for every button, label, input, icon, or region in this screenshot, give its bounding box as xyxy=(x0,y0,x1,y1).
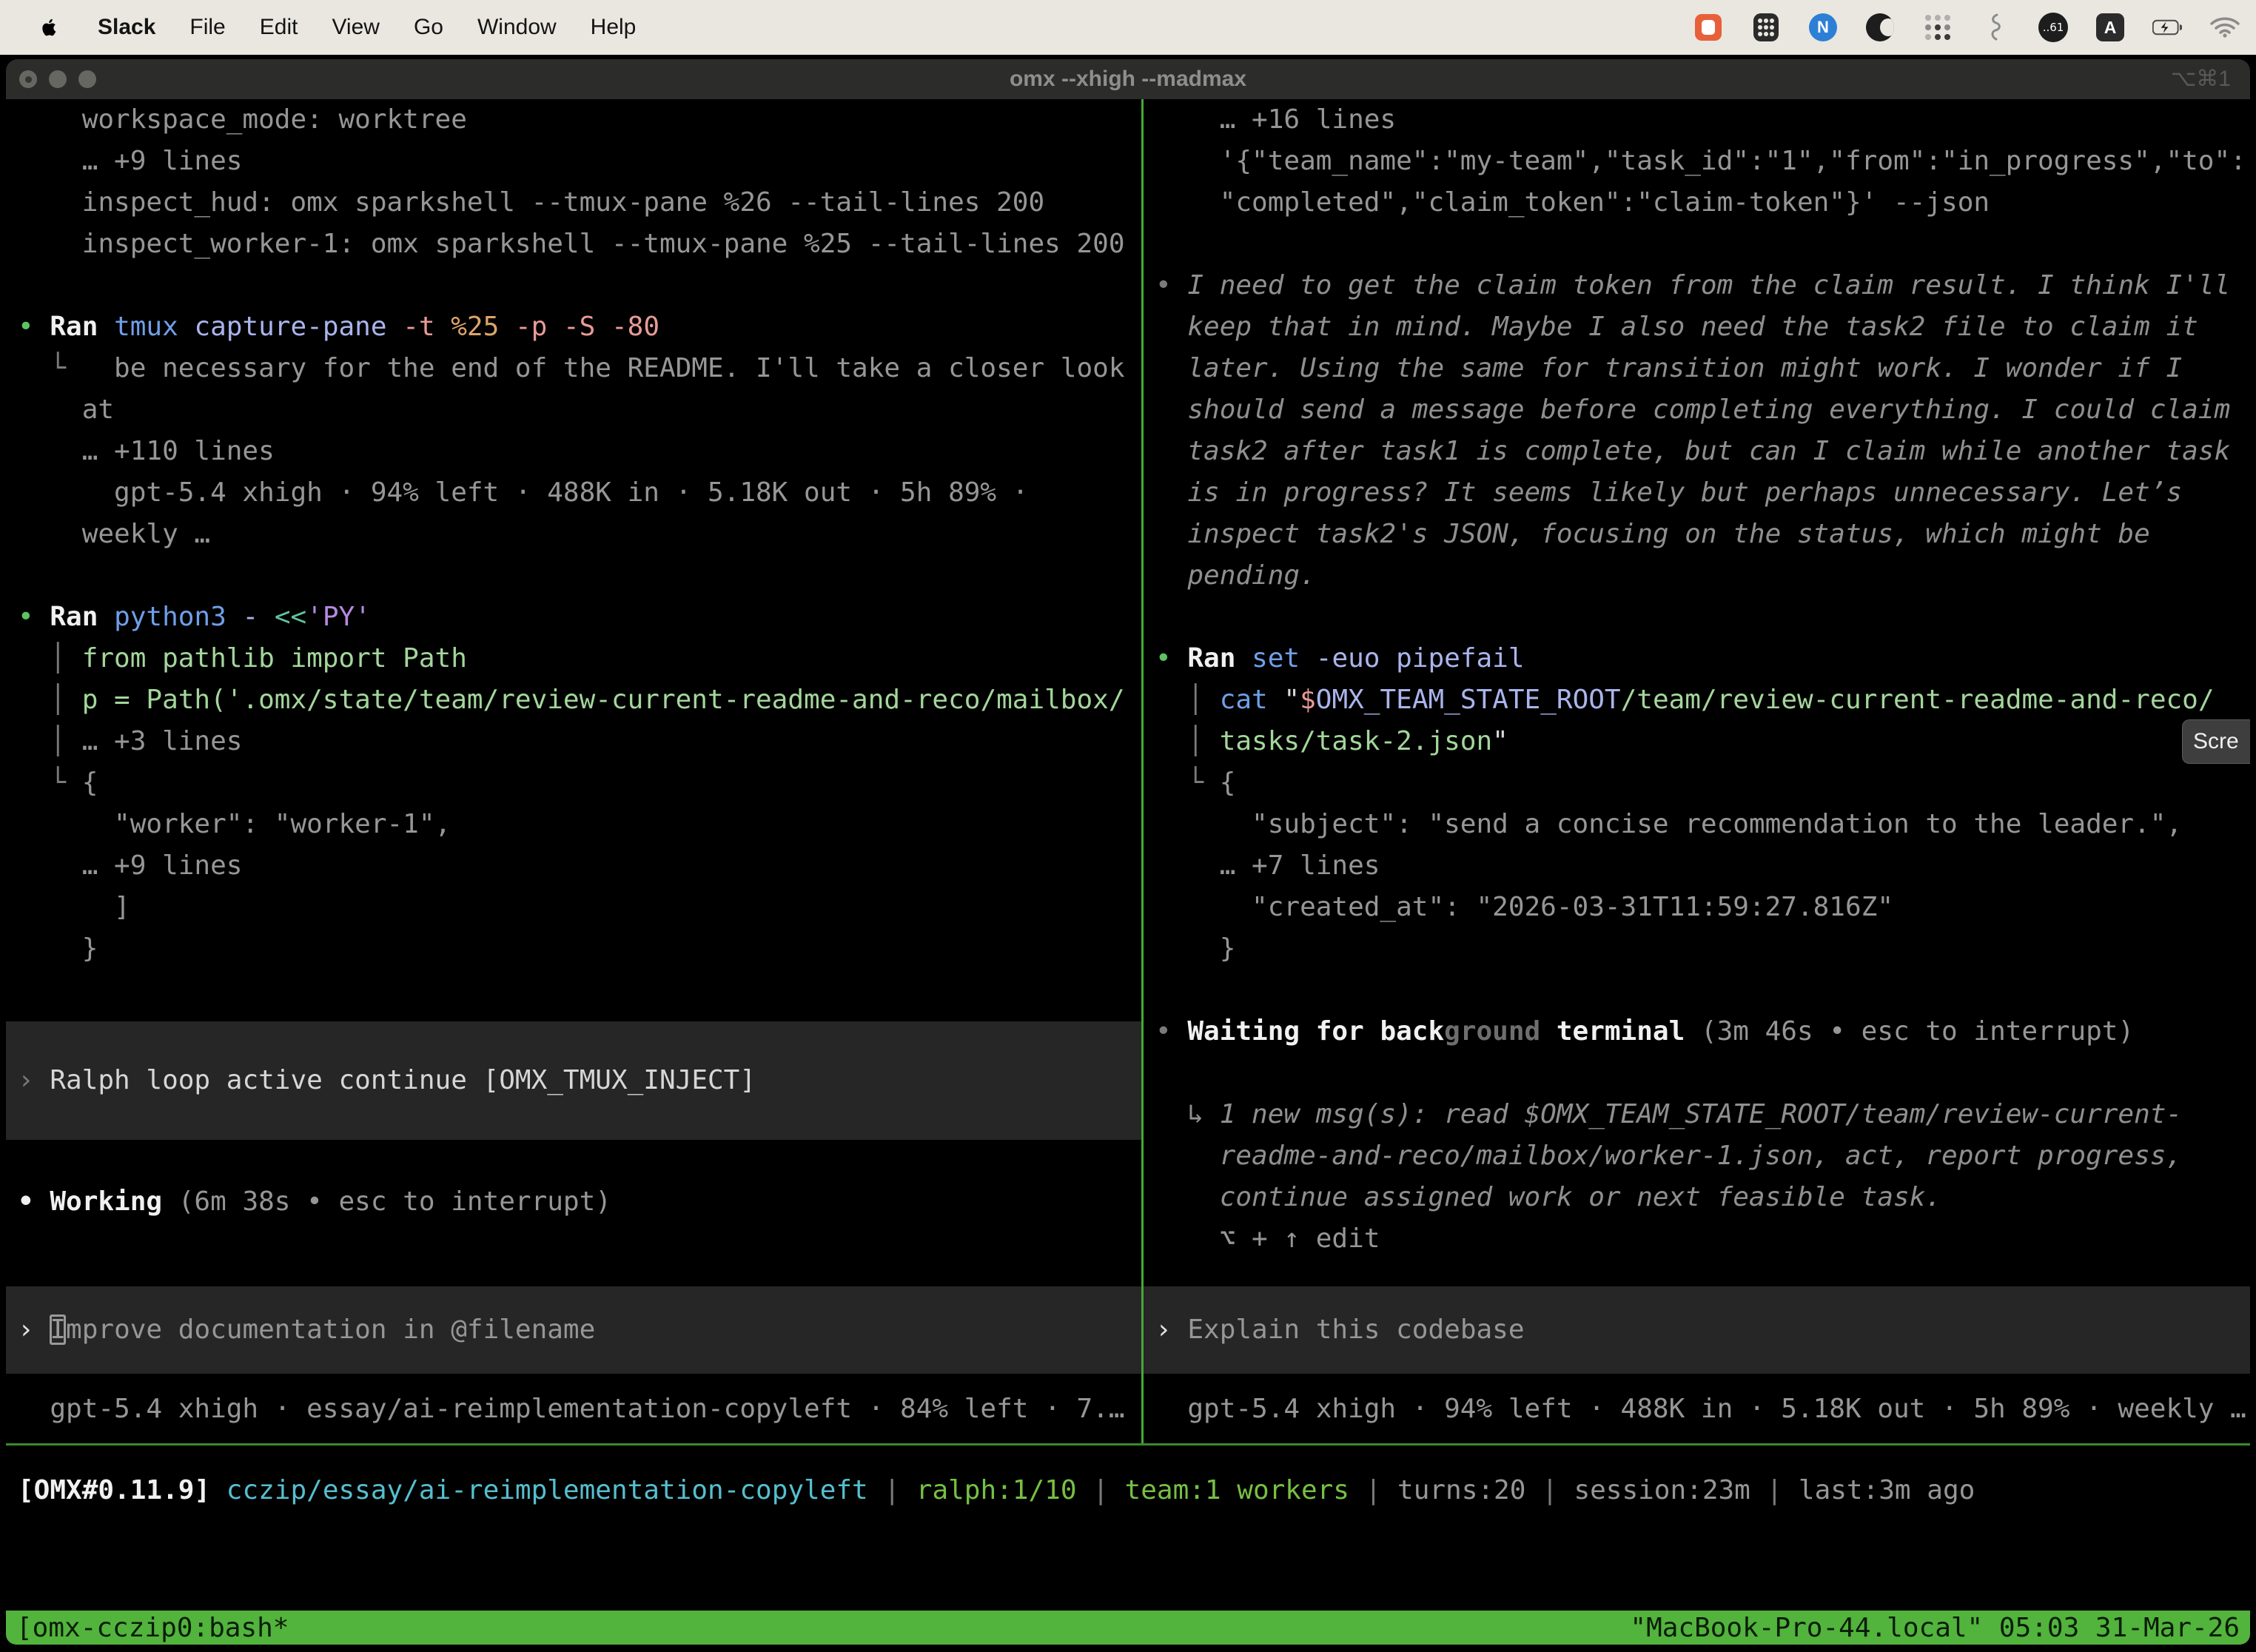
window-shortcut-badge: ⌥⌘1 xyxy=(2171,59,2231,99)
terminal-line: │ from pathlib import Path xyxy=(6,638,1141,679)
terminal-line: "created_at": "2026-03-31T11:59:27.816Z" xyxy=(1144,887,2250,928)
dots-grid-icon[interactable] xyxy=(1923,13,1953,42)
terminal-line: … +7 lines xyxy=(1144,845,2250,887)
thinking-text: pending. xyxy=(1144,555,2250,597)
thinking-text: later. Using the same for transition mig… xyxy=(1144,348,2250,389)
thinking-text: keep that in mind. Maybe I also need the… xyxy=(1144,306,2250,348)
terminal-line: … +9 lines xyxy=(6,845,1141,887)
terminal-line: │ … +3 lines xyxy=(6,721,1141,762)
hud-pane[interactable]: workspace_mode: worktree … +9 lines insp… xyxy=(6,99,1141,1443)
terminal-line: gpt-5.4 xhigh · 94% left · 488K in · 5.1… xyxy=(6,472,1141,514)
prompt-input[interactable]: › Explain this codebase xyxy=(1144,1286,2250,1374)
model-status-line: gpt-5.4 xhigh · essay/ai-reimplementatio… xyxy=(6,1389,1141,1430)
blue-app-icon[interactable]: N xyxy=(1809,13,1837,41)
tmux-host-clock: "MacBook-Pro-44.local" 05:03 31-Mar-26 xyxy=(1630,1613,2240,1643)
terminal-line: └ be necessary for the end of the README… xyxy=(6,348,1141,389)
menu-item-file[interactable]: File xyxy=(189,15,225,40)
menu-item-help[interactable]: Help xyxy=(591,15,637,40)
command-line: • Ran set -euo pipefail xyxy=(1144,638,2250,679)
menu-item-window[interactable]: Window xyxy=(477,15,557,40)
working-status-line: • Working (6m 38s • esc to interrupt) xyxy=(6,1181,1141,1223)
terminal-line: ] xyxy=(6,887,1141,928)
mailbox-message: ↳ 1 new msg(s): read $OMX_TEAM_STATE_ROO… xyxy=(1144,1094,2250,1135)
terminal-line: } xyxy=(6,928,1141,970)
mailbox-message: continue assigned work or next feasible … xyxy=(1144,1177,2250,1218)
terminal-window: omx --xhigh --madmax ⌥⌘1 workspace_mode:… xyxy=(6,59,2250,1652)
command-line: • Ran python3 - <<'PY' xyxy=(6,597,1141,638)
thinking-text: • I need to get the claim token from the… xyxy=(1144,265,2250,306)
command-line: • Ran tmux capture-pane -t %25 -p -S -80 xyxy=(6,306,1141,348)
blank-line xyxy=(6,265,1141,306)
tmux-session-name: [omx-cczip0:bash* xyxy=(16,1613,289,1643)
blank-line xyxy=(1144,597,2250,638)
screen-tooltip: Scre xyxy=(2182,719,2250,764)
blank-line xyxy=(1144,970,2250,1011)
terminal-line: └ { xyxy=(6,762,1141,804)
thinking-text: task2 after task1 is complete, but can I… xyxy=(1144,431,2250,472)
app-menus: Slack File Edit View Go Window Help xyxy=(98,15,636,40)
menu-item-go[interactable]: Go xyxy=(414,15,443,40)
thinking-text: inspect task2's JSON, focusing on the st… xyxy=(1144,514,2250,555)
pane-bottom-border xyxy=(6,1443,2250,1446)
terminal-content: workspace_mode: worktree … +9 lines insp… xyxy=(6,99,2250,1652)
terminal-line: "completed","claim_token":"claim-token"}… xyxy=(1144,182,2250,224)
blank-line xyxy=(6,555,1141,597)
terminal-line: "subject": "send a concise recommendatio… xyxy=(1144,804,2250,845)
menu-item-view[interactable]: View xyxy=(332,15,379,40)
loop-status-band: › Ralph loop active continue [OMX_TMUX_I… xyxy=(6,1021,1141,1140)
battery-icon[interactable] xyxy=(2152,13,2182,42)
menu-bar: Slack File Edit View Go Window Help N ..61 A xyxy=(0,0,2256,55)
terminal-line: at xyxy=(6,389,1141,431)
worker-pane[interactable]: … +16 lines '{"team_name":"my-team","tas… xyxy=(1144,99,2250,1443)
terminal-line: │ tasks/task-2.json" xyxy=(1144,721,2250,762)
edit-hint: ⌥ + ↑ edit xyxy=(1144,1218,2250,1260)
terminal-line: "worker": "worker-1", xyxy=(6,804,1141,845)
terminal-line: inspect_hud: omx sparkshell --tmux-pane … xyxy=(6,182,1141,224)
terminal-line: └ { xyxy=(1144,762,2250,804)
screen-record-icon[interactable] xyxy=(1693,13,1723,42)
thinking-text: is in progress? It seems likely but perh… xyxy=(1144,472,2250,514)
waiting-status-line: • Waiting for background terminal (3m 46… xyxy=(1144,1011,2250,1052)
terminal-line: } xyxy=(1144,928,2250,970)
terminal-line: │ cat "$OMX_TEAM_STATE_ROOT/team/review-… xyxy=(1144,679,2250,721)
terminal-line: … +16 lines xyxy=(1144,99,2250,141)
blank-line xyxy=(6,1140,1141,1181)
terminal-line: workspace_mode: worktree xyxy=(6,99,1141,141)
blank-line xyxy=(1144,224,2250,265)
window-title-bar[interactable]: omx --xhigh --madmax ⌥⌘1 xyxy=(6,59,2250,100)
omx-session-status-line: [OMX#0.11.9] cczip/essay/ai-reimplementa… xyxy=(18,1470,1975,1511)
keyboard-layout-icon[interactable]: A xyxy=(2096,13,2124,41)
terminal-line: '{"team_name":"my-team","task_id":"1","f… xyxy=(1144,141,2250,182)
wifi-icon[interactable] xyxy=(2210,13,2240,42)
terminal-line: … +110 lines xyxy=(6,431,1141,472)
crescent-icon[interactable] xyxy=(1865,13,1895,42)
menu-item-edit[interactable]: Edit xyxy=(260,15,298,40)
grid-shield-icon[interactable] xyxy=(1751,13,1781,42)
battery-percent-icon[interactable]: ..61 xyxy=(2038,13,2068,42)
prompt-input[interactable]: › Improve documentation in @filename xyxy=(6,1286,1141,1374)
window-title: omx --xhigh --madmax xyxy=(6,59,2250,99)
mailbox-message: readme-and-reco/mailbox/worker-1.json, a… xyxy=(1144,1135,2250,1177)
menu-item-slack[interactable]: Slack xyxy=(98,15,155,40)
terminal-line: weekly … xyxy=(6,514,1141,555)
terminal-line: … +9 lines xyxy=(6,141,1141,182)
blank-line xyxy=(6,970,1141,1011)
squiggle-icon[interactable] xyxy=(1981,13,2010,42)
model-status-line: gpt-5.4 xhigh · 94% left · 488K in · 5.1… xyxy=(1144,1389,2250,1430)
blank-line xyxy=(1144,1052,2250,1094)
tmux-status-bar: [omx-cczip0:bash* "MacBook-Pro-44.local"… xyxy=(6,1611,2250,1645)
terminal-line: │ p = Path('.omx/state/team/review-curre… xyxy=(6,679,1141,721)
thinking-text: should send a message before completing … xyxy=(1144,389,2250,431)
terminal-line: inspect_worker-1: omx sparkshell --tmux-… xyxy=(6,224,1141,265)
apple-menu-icon[interactable] xyxy=(34,13,64,42)
